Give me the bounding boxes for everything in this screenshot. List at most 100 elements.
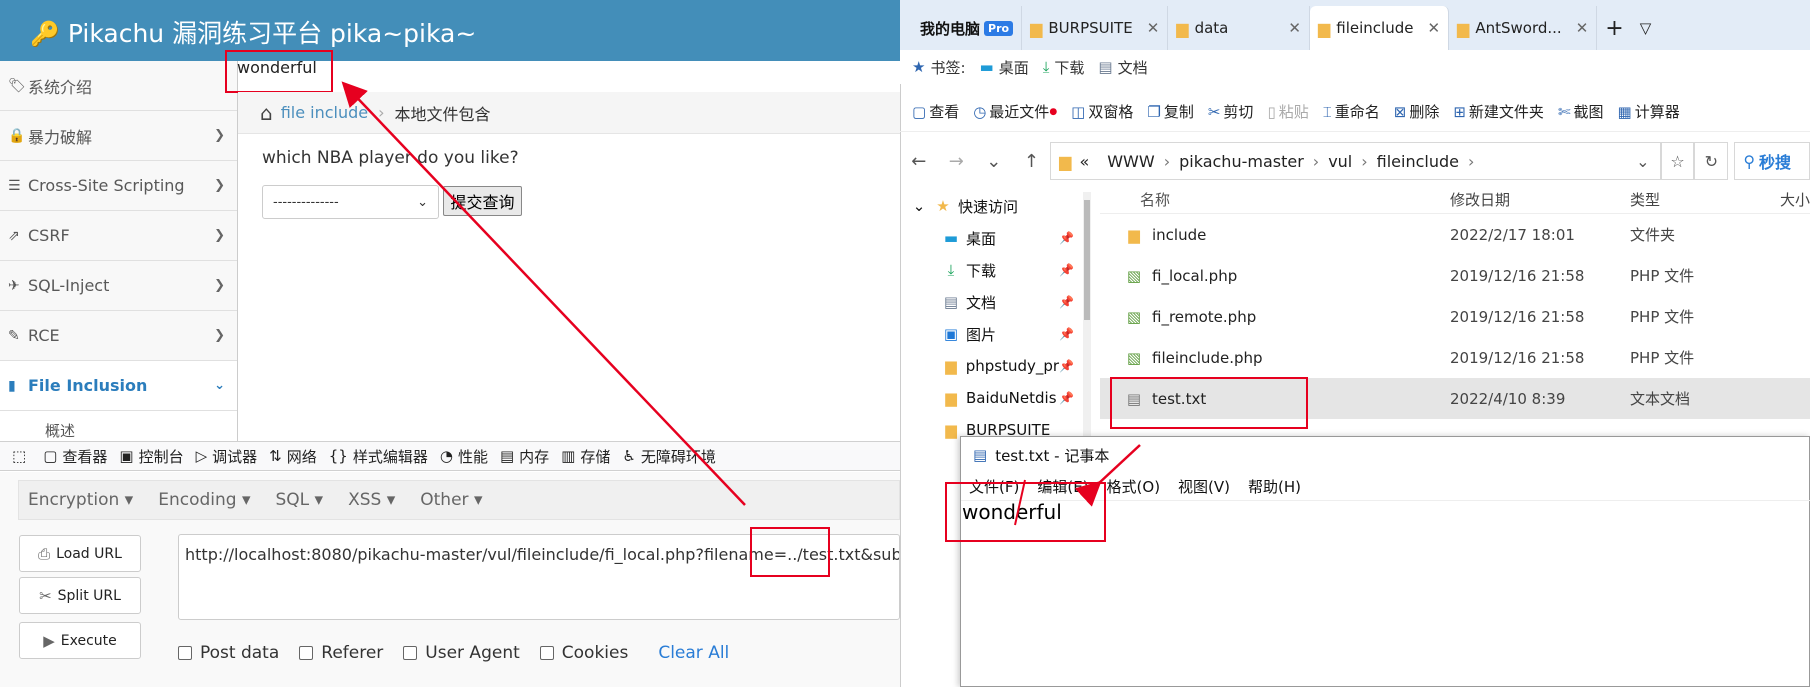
nav-item-desktop[interactable]: ▬ 桌面 📌 <box>900 222 1080 254</box>
split-url-button[interactable]: ✂ Split URL <box>19 577 141 614</box>
tab-data[interactable]: ▆ data ✕ <box>1168 6 1310 50</box>
devtools-tab-network[interactable]: ⇅ 网络 <box>269 446 317 467</box>
address-bar[interactable]: ▆ « WWW › pikachu-master › vul › fileinclud… <box>1050 142 1661 180</box>
nav-scrollbar[interactable] <box>1083 192 1091 442</box>
nav-item-phpstudy[interactable]: ▆ phpstudy_pr 📌 <box>900 350 1080 382</box>
devtools-tab-storage[interactable]: ▥ 存储 <box>561 446 610 467</box>
pin-icon: 📌 <box>1059 359 1074 373</box>
recent-files-button[interactable]: ◷ 最近文件 ● <box>973 101 1057 122</box>
file-row[interactable]: ▧ fi_local.php 2019/12/16 21:58 PHP 文件 <box>1100 255 1810 296</box>
devtools-tab-performance[interactable]: ◔ 性能 <box>440 446 488 467</box>
sidebar-item-rce[interactable]: ✎ RCE ❯ <box>0 311 237 361</box>
devtools-tab-inspector[interactable]: ▢ 查看器 <box>43 446 107 467</box>
player-select[interactable]: -------------- ⌄ <box>262 185 439 219</box>
new-tab-icon[interactable]: + <box>1597 6 1631 50</box>
address-segment[interactable]: fileinclude <box>1377 152 1459 171</box>
nav-item-baidunetdisk[interactable]: ▆ BaiduNetdis 📌 <box>900 382 1080 414</box>
home-icon[interactable]: ⌂ <box>260 101 273 125</box>
nav-item-downloads[interactable]: ⤓ 下载 📌 <box>900 254 1080 286</box>
folder-icon: ▆ <box>1128 225 1140 244</box>
address-segment[interactable]: WWW <box>1107 152 1154 171</box>
file-row[interactable]: ▆ include 2022/2/17 18:01 文件夹 <box>1100 214 1810 255</box>
new-folder-button[interactable]: ⊞ 新建文件夹 <box>1453 101 1544 122</box>
tab-fileinclude[interactable]: ▆ fileinclude ✕ <box>1309 6 1450 50</box>
breadcrumb-link[interactable]: file include <box>281 103 368 122</box>
hackbar-options: Post data Referer User Agent Cookies Cle… <box>178 643 729 663</box>
copy-icon: ❐ <box>1147 102 1161 121</box>
devtools-tab-accessibility[interactable]: ♿ 无障碍环境 <box>622 446 715 467</box>
post-data-checkbox[interactable]: Post data <box>178 643 279 663</box>
column-name[interactable]: 名称 <box>1100 189 1450 210</box>
bookmarks-bar: ★ 书签: ▬ 桌面 ⤓ 下载 ▤ 文档 <box>900 50 1810 84</box>
bookmark-documents[interactable]: ▤ 文档 <box>1098 57 1147 78</box>
refresh-icon[interactable]: ↻ <box>1694 142 1729 180</box>
menu-xss[interactable]: XSS ▾ <box>348 490 395 510</box>
cut-button[interactable]: ✂ 剪切 <box>1208 101 1254 122</box>
up-arrow-icon[interactable]: ↑ <box>1013 151 1051 172</box>
referer-checkbox[interactable]: Referer <box>299 643 383 663</box>
devtools-tab-debugger[interactable]: ▷ 调试器 <box>196 446 258 467</box>
notepad-menu-format[interactable]: 格式(O) <box>1107 476 1161 497</box>
search-icon: ⚲ <box>1743 151 1756 171</box>
tab-list-icon[interactable]: ▽ <box>1632 6 1660 50</box>
back-arrow-icon[interactable]: ← <box>900 151 938 172</box>
rename-button[interactable]: ⌶ 重命名 <box>1323 101 1380 122</box>
inspector-icon: ▢ <box>43 447 58 465</box>
bookmark-downloads[interactable]: ⤓ 下载 <box>1043 57 1085 78</box>
address-overflow[interactable]: « <box>1079 152 1089 171</box>
tab-my-computer[interactable]: 我的电脑 Pro <box>900 6 1023 50</box>
address-segment[interactable]: vul <box>1328 152 1352 171</box>
clear-all-link[interactable]: Clear All <box>658 643 729 663</box>
sidebar-item-sqli[interactable]: ✈ SQL-Inject ❯ <box>0 261 237 311</box>
menu-other[interactable]: Other ▾ <box>420 490 482 510</box>
chevron-down-icon[interactable]: ⌄ <box>975 151 1013 172</box>
address-segment[interactable]: pikachu-master <box>1179 152 1304 171</box>
view-button[interactable]: ▢ 查看 <box>912 101 959 122</box>
tab-burpsuite[interactable]: ▆ BURPSUITE ✕ <box>1022 6 1169 50</box>
notepad-menu-help[interactable]: 帮助(H) <box>1248 476 1301 497</box>
sidebar-item-intro[interactable]: 🏷 系统介绍 <box>0 61 237 111</box>
sidebar-item-file-inclusion[interactable]: ▮ File Inclusion ⌄ <box>0 361 237 411</box>
nav-item-documents[interactable]: ▤ 文档 📌 <box>900 286 1080 318</box>
menu-encoding[interactable]: Encoding ▾ <box>158 490 250 510</box>
file-row[interactable]: ▧ fi_remote.php 2019/12/16 21:58 PHP 文件 <box>1100 296 1810 337</box>
user-agent-checkbox[interactable]: User Agent <box>403 643 520 663</box>
sidebar-item-bruteforce[interactable]: 🔒 暴力破解 ❯ <box>0 111 237 161</box>
menu-sql[interactable]: SQL ▾ <box>276 490 324 510</box>
cookies-checkbox[interactable]: Cookies <box>539 643 628 663</box>
nav-item-pictures[interactable]: ▣ 图片 📌 <box>900 318 1080 350</box>
file-row[interactable]: ▧ fileinclude.php 2019/12/16 21:58 PHP 文件 <box>1100 337 1810 378</box>
pin-icon: 📌 <box>1059 231 1074 245</box>
column-type[interactable]: 类型 <box>1630 189 1780 210</box>
copy-button[interactable]: ❐ 复制 <box>1147 101 1193 122</box>
delete-button[interactable]: ⊠ 删除 <box>1394 101 1440 122</box>
favorite-star-icon[interactable]: ☆ <box>1660 142 1695 180</box>
submit-button[interactable]: 提交查询 <box>443 186 522 216</box>
tab-antsword[interactable]: ▆ AntSword... ✕ <box>1449 6 1598 50</box>
close-icon[interactable]: ✕ <box>1427 19 1440 37</box>
column-size[interactable]: 大小 <box>1780 189 1810 210</box>
notepad-menu-view[interactable]: 视图(V) <box>1178 476 1230 497</box>
close-icon[interactable]: ✕ <box>1147 19 1160 37</box>
bookmark-desktop[interactable]: ▬ 桌面 <box>980 57 1029 78</box>
devtools-tab-console[interactable]: ▣ 控制台 <box>119 446 183 467</box>
picker-icon[interactable]: ⬚ <box>12 447 31 465</box>
close-icon[interactable]: ✕ <box>1288 19 1301 37</box>
execute-button[interactable]: ▶ Execute <box>19 622 141 659</box>
chevron-down-icon[interactable]: ⌄ <box>1636 152 1649 171</box>
sidebar-item-csrf[interactable]: ⇗ CSRF ❯ <box>0 211 237 261</box>
devtools-tab-memory[interactable]: ▤ 内存 <box>500 446 549 467</box>
column-date[interactable]: 修改日期 <box>1450 189 1630 210</box>
sidebar-item-xss[interactable]: ☰ Cross-Site Scripting ❯ <box>0 161 237 211</box>
calculator-button[interactable]: ▦ 计算器 <box>1618 101 1680 122</box>
screenshot-button[interactable]: ✄ 截图 <box>1558 101 1604 122</box>
paste-button[interactable]: ▯ 粘贴 <box>1267 101 1308 122</box>
devtools-tab-style-editor[interactable]: {} 样式编辑器 <box>329 446 428 467</box>
quick-access[interactable]: ⌄ ★ 快速访问 <box>900 190 1080 222</box>
search-button[interactable]: ⚲ 秒搜 <box>1734 142 1810 180</box>
close-icon[interactable]: ✕ <box>1576 19 1589 37</box>
menu-encryption[interactable]: Encryption ▾ <box>28 490 133 510</box>
load-url-button[interactable]: ⎙ Load URL <box>19 535 141 572</box>
forward-arrow-icon[interactable]: → <box>938 151 976 172</box>
dual-pane-button[interactable]: ◫ 双窗格 <box>1071 101 1133 122</box>
